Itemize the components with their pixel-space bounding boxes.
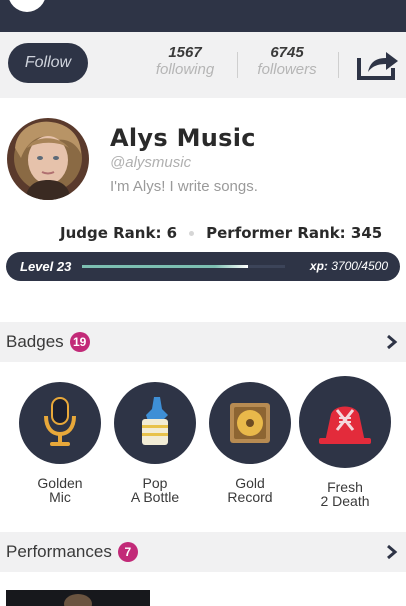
badge-gold-record[interactable]: Gold Record (207, 382, 293, 504)
following-count: 1567 (168, 44, 202, 61)
badge-label: Pop A Bottle (130, 475, 180, 505)
badges-count: 19 (69, 332, 90, 352)
badges-list: Golden Mic Pop A Bottle Gold Record Fres… (0, 362, 406, 530)
badges-title: Badges 19 (6, 332, 90, 352)
performances-list (0, 572, 406, 606)
performances-title-text: Performances (6, 542, 112, 561)
profile-handle: @alysmusic (110, 154, 192, 171)
following-label: following (155, 61, 215, 78)
badge-fresh-2-death[interactable]: Fresh 2 Death (297, 376, 393, 508)
xp-prefix: xp: (309, 259, 328, 273)
follow-button[interactable]: Follow (8, 43, 88, 83)
badges-header[interactable]: Badges 19 (0, 322, 406, 362)
followers-stat[interactable]: 6745 followers (250, 44, 324, 79)
judge-rank: Judge Rank: 6 (60, 224, 178, 242)
badge-label: Golden Mic (37, 475, 83, 505)
fresh-2-death-icon (299, 376, 391, 468)
share-icon[interactable] (356, 48, 400, 80)
xp-track (82, 265, 285, 268)
golden-mic-icon (19, 382, 101, 464)
performances-title: Performances 7 (6, 542, 138, 562)
divider (237, 52, 238, 78)
champagne-bucket-icon (114, 382, 196, 464)
follow-stats-bar: Follow 1567 following 6745 followers (0, 32, 406, 98)
avatar-mini[interactable] (8, 0, 46, 12)
performer-rank: Performer Rank: 345 (206, 224, 383, 242)
ranks-row: Judge Rank: 6 Performer Rank: 345 (60, 224, 382, 242)
badge-label: Fresh 2 Death (320, 479, 370, 509)
badge-pop-a-bottle[interactable]: Pop A Bottle (112, 382, 198, 504)
performance-thumbnail[interactable] (6, 590, 150, 606)
xp-value: 3700/4500 (331, 259, 388, 273)
level-label: Level 23 (20, 259, 72, 274)
xp-readout: xp: 3700/4500 (310, 259, 388, 273)
performances-header[interactable]: Performances 7 (0, 532, 406, 572)
badge-golden-mic[interactable]: Golden Mic (17, 382, 103, 504)
gold-record-icon (209, 382, 291, 464)
profile-bio: I'm Alys! I write songs. (110, 178, 258, 195)
separator-dot (189, 231, 195, 236)
performances-count: 7 (117, 542, 138, 562)
chevron-right-icon[interactable] (386, 544, 398, 560)
profile-name: Alys Music (110, 124, 256, 152)
divider (338, 52, 339, 78)
chevron-right-icon[interactable] (386, 334, 398, 350)
top-bar (0, 0, 406, 32)
profile-photo[interactable] (7, 118, 89, 200)
followers-label: followers (257, 61, 317, 78)
badge-label: Gold Record (227, 475, 273, 505)
level-progress-bar: Level 23 xp: 3700/4500 (6, 252, 400, 281)
xp-fill (82, 265, 249, 268)
badges-title-text: Badges (6, 332, 64, 351)
following-stat[interactable]: 1567 following (148, 44, 222, 79)
followers-count: 6745 (270, 44, 304, 61)
profile-card: Alys Music @alysmusic I'm Alys! I write … (0, 98, 406, 318)
